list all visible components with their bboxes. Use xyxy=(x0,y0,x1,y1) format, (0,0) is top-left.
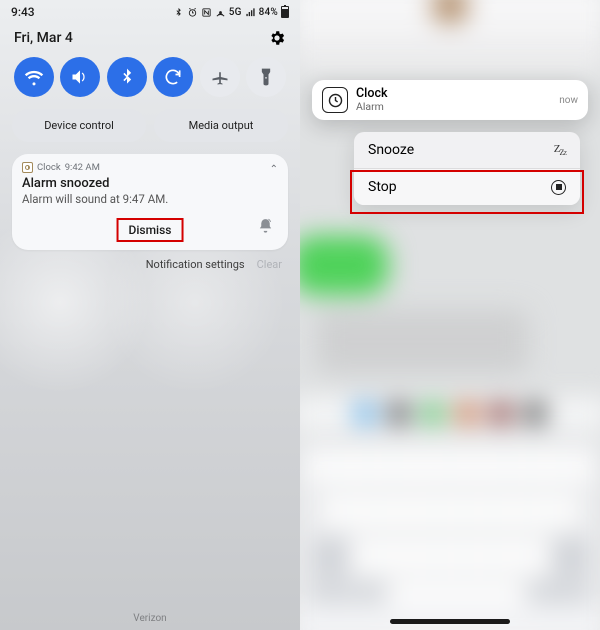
qs-secondary-row: Device control Media output xyxy=(0,105,300,150)
alarm-banner[interactable]: Clock Alarm now xyxy=(312,80,588,120)
banner-app-name: Clock xyxy=(356,87,551,101)
carrier-label: Verizon xyxy=(0,613,300,624)
snooze-bell-icon[interactable] xyxy=(257,217,274,234)
snooze-zz-icon: ZZZ xyxy=(554,143,566,157)
snooze-action[interactable]: Snooze ZZZ xyxy=(354,132,580,169)
collapse-chevron-icon[interactable]: ⌃ xyxy=(270,164,278,175)
notification-title: Alarm snoozed xyxy=(22,176,278,191)
device-control-button[interactable]: Device control xyxy=(12,109,146,142)
shade-header: Fri, Mar 4 xyxy=(0,19,300,53)
notification-settings-link[interactable]: Notification settings xyxy=(146,258,245,271)
android-notification-shade: 9:43 5G 84% Fri, Mar 4 Device control Me… xyxy=(0,0,300,630)
snooze-label: Snooze xyxy=(368,142,414,158)
alarm-icon xyxy=(187,7,198,18)
notification-card[interactable]: Clock 9:42 AM ⌃ Alarm snoozed Alarm will… xyxy=(12,154,288,250)
clock-app-icon xyxy=(22,162,33,173)
qs-flashlight[interactable] xyxy=(246,57,286,97)
status-bar: 9:43 5G 84% xyxy=(0,0,300,19)
dismiss-button[interactable]: Dismiss xyxy=(117,218,184,242)
status-time: 9:43 xyxy=(11,5,35,19)
settings-button[interactable] xyxy=(268,29,286,47)
shade-footer: Notification settings Clear xyxy=(0,250,300,279)
signal-icon xyxy=(245,7,256,18)
stop-label: Stop xyxy=(368,179,397,195)
qs-airplane[interactable] xyxy=(200,57,240,97)
hotspot-icon xyxy=(215,7,226,18)
alarm-actions-list: Snooze ZZZ Stop xyxy=(354,132,580,205)
ios-alarm-overlay: Clock Alarm now Snooze ZZZ Stop xyxy=(300,0,600,630)
notification-message: Alarm will sound at 9:47 AM. xyxy=(22,192,278,206)
banner-subtitle: Alarm xyxy=(356,101,551,113)
clear-all-button[interactable]: Clear xyxy=(257,258,282,271)
qs-bluetooth[interactable] xyxy=(107,57,147,97)
bluetooth-icon xyxy=(173,7,184,18)
qs-wifi[interactable] xyxy=(14,57,54,97)
quick-settings-row xyxy=(0,53,300,105)
shade-date: Fri, Mar 4 xyxy=(14,30,73,46)
stop-action[interactable]: Stop xyxy=(354,169,580,205)
clock-app-icon xyxy=(322,87,348,113)
battery-icon xyxy=(281,6,289,18)
stop-icon xyxy=(551,180,566,195)
network-type: 5G xyxy=(229,7,242,18)
banner-timestamp: now xyxy=(559,95,578,106)
notification-header: Clock 9:42 AM xyxy=(22,162,278,173)
battery-pct: 84% xyxy=(259,7,278,18)
notification-app-name: Clock xyxy=(37,162,61,173)
home-indicator[interactable] xyxy=(390,619,510,624)
qs-mute[interactable] xyxy=(60,57,100,97)
qs-autorotate[interactable] xyxy=(153,57,193,97)
notification-time: 9:42 AM xyxy=(65,162,100,173)
media-output-button[interactable]: Media output xyxy=(154,109,288,142)
status-right: 5G 84% xyxy=(173,6,289,18)
nfc-icon xyxy=(201,7,212,18)
